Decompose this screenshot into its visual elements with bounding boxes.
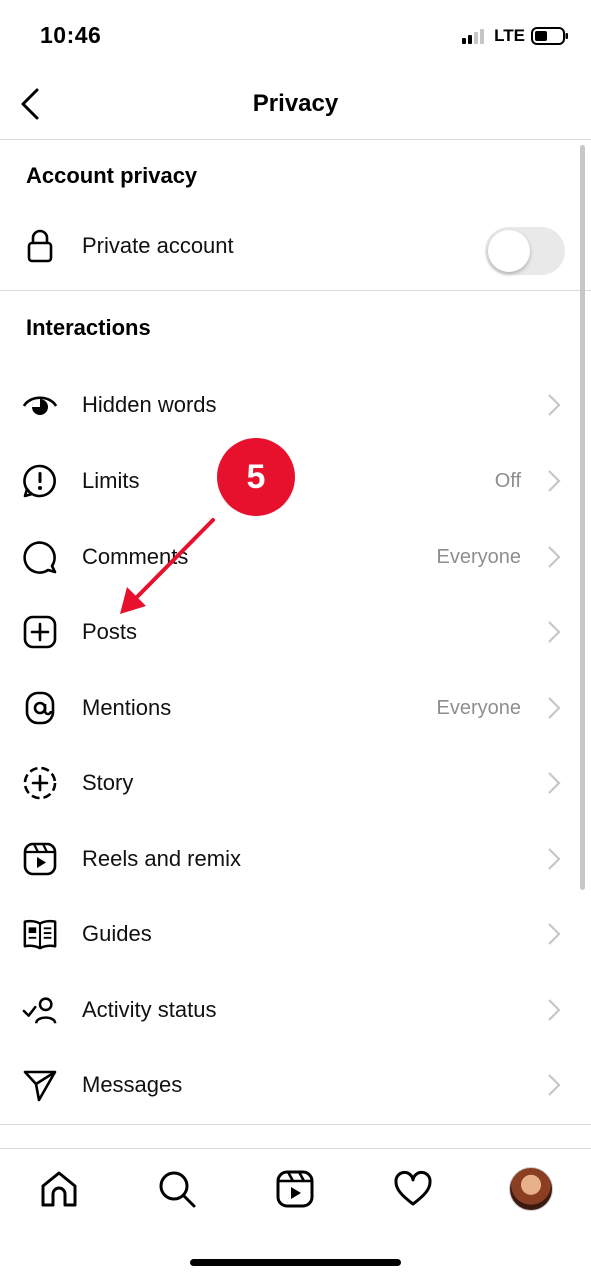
- profile-avatar: [509, 1167, 553, 1211]
- section-header-account-privacy: Account privacy: [26, 163, 198, 188]
- reels-icon: [276, 1170, 314, 1208]
- search-icon: [159, 1171, 196, 1208]
- menu-item-value: Everyone: [436, 546, 522, 568]
- guides-book-icon: [22, 916, 58, 952]
- private-account-label: Private account: [82, 233, 234, 258]
- menu-item-label: Messages: [82, 1072, 183, 1097]
- menu-item-label: Activity status: [82, 997, 217, 1022]
- menu-item-value: Everyone: [436, 697, 522, 719]
- home-indicator: [190, 1259, 401, 1266]
- story-add-icon: [22, 765, 58, 801]
- chevron-right-icon: [548, 394, 561, 416]
- tab-search[interactable]: [153, 1165, 201, 1213]
- chevron-right-icon: [548, 848, 561, 870]
- menu-item-label: Reels and remix: [82, 846, 241, 871]
- tab-activity[interactable]: [389, 1165, 437, 1213]
- tab-profile[interactable]: [507, 1165, 555, 1213]
- limits-icon: [22, 463, 58, 499]
- menu-item-label: Guides: [82, 921, 152, 946]
- section-divider: [0, 290, 591, 291]
- tab-home[interactable]: [35, 1165, 83, 1213]
- menu-item-posts[interactable]: Posts: [0, 600, 591, 664]
- activity-status-icon: [22, 992, 58, 1028]
- step-badge: 5: [217, 438, 295, 516]
- menu-item-label: Hidden words: [82, 392, 217, 417]
- lock-icon: [22, 228, 58, 264]
- menu-item-hidden-words[interactable]: Hidden words: [0, 373, 591, 437]
- status-bar: 10:46 LTE: [0, 0, 591, 70]
- signal-icon: [462, 29, 485, 44]
- chevron-right-icon: [548, 999, 561, 1021]
- chevron-right-icon: [548, 1074, 561, 1096]
- menu-item-label: Story: [82, 770, 134, 795]
- private-account-toggle[interactable]: [485, 227, 565, 275]
- home-icon: [41, 1171, 77, 1207]
- menu-item-label: Comments: [82, 544, 189, 569]
- menu-item-comments[interactable]: Comments Everyone: [0, 525, 591, 589]
- add-post-icon: [22, 614, 58, 650]
- chevron-right-icon: [548, 621, 561, 643]
- status-time: 10:46: [40, 22, 102, 48]
- scrollbar[interactable]: [580, 145, 585, 890]
- menu-item-guides[interactable]: Guides: [0, 902, 591, 966]
- menu-item-mentions[interactable]: Mentions Everyone: [0, 676, 591, 740]
- menu-item-value: Off: [494, 470, 521, 492]
- chevron-right-icon: [548, 923, 561, 945]
- status-indicators: LTE: [462, 26, 569, 46]
- paper-plane-icon: [22, 1067, 58, 1103]
- toggle-knob: [488, 230, 530, 272]
- at-sign-icon: [22, 690, 58, 726]
- network-type: LTE: [494, 26, 525, 45]
- menu-item-label: Mentions: [82, 695, 172, 720]
- battery-icon: [531, 27, 568, 45]
- reels-icon: [22, 841, 58, 877]
- menu-item-label: Posts: [82, 619, 138, 644]
- chevron-right-icon: [548, 546, 561, 568]
- page-title: Privacy: [252, 90, 339, 117]
- section-header-interactions: Interactions: [26, 315, 151, 340]
- menu-item-activity-status[interactable]: Activity status: [0, 978, 591, 1042]
- hidden-eye-icon: [22, 387, 58, 423]
- menu-item-label: Limits: [82, 468, 140, 493]
- heart-icon: [394, 1171, 432, 1206]
- comment-icon: [22, 539, 58, 575]
- chevron-right-icon: [548, 772, 561, 794]
- menu-item-messages[interactable]: Messages: [0, 1053, 591, 1117]
- chevron-right-icon: [548, 697, 561, 719]
- nav-bar: Privacy: [0, 70, 591, 140]
- menu-item-limits[interactable]: Limits Off: [0, 449, 591, 513]
- menu-item-reels-and-remix[interactable]: Reels and remix: [0, 827, 591, 891]
- chevron-right-icon: [548, 470, 561, 492]
- tab-reels[interactable]: [271, 1165, 319, 1213]
- section-divider: [0, 1124, 591, 1125]
- menu-item-story[interactable]: Story: [0, 751, 591, 815]
